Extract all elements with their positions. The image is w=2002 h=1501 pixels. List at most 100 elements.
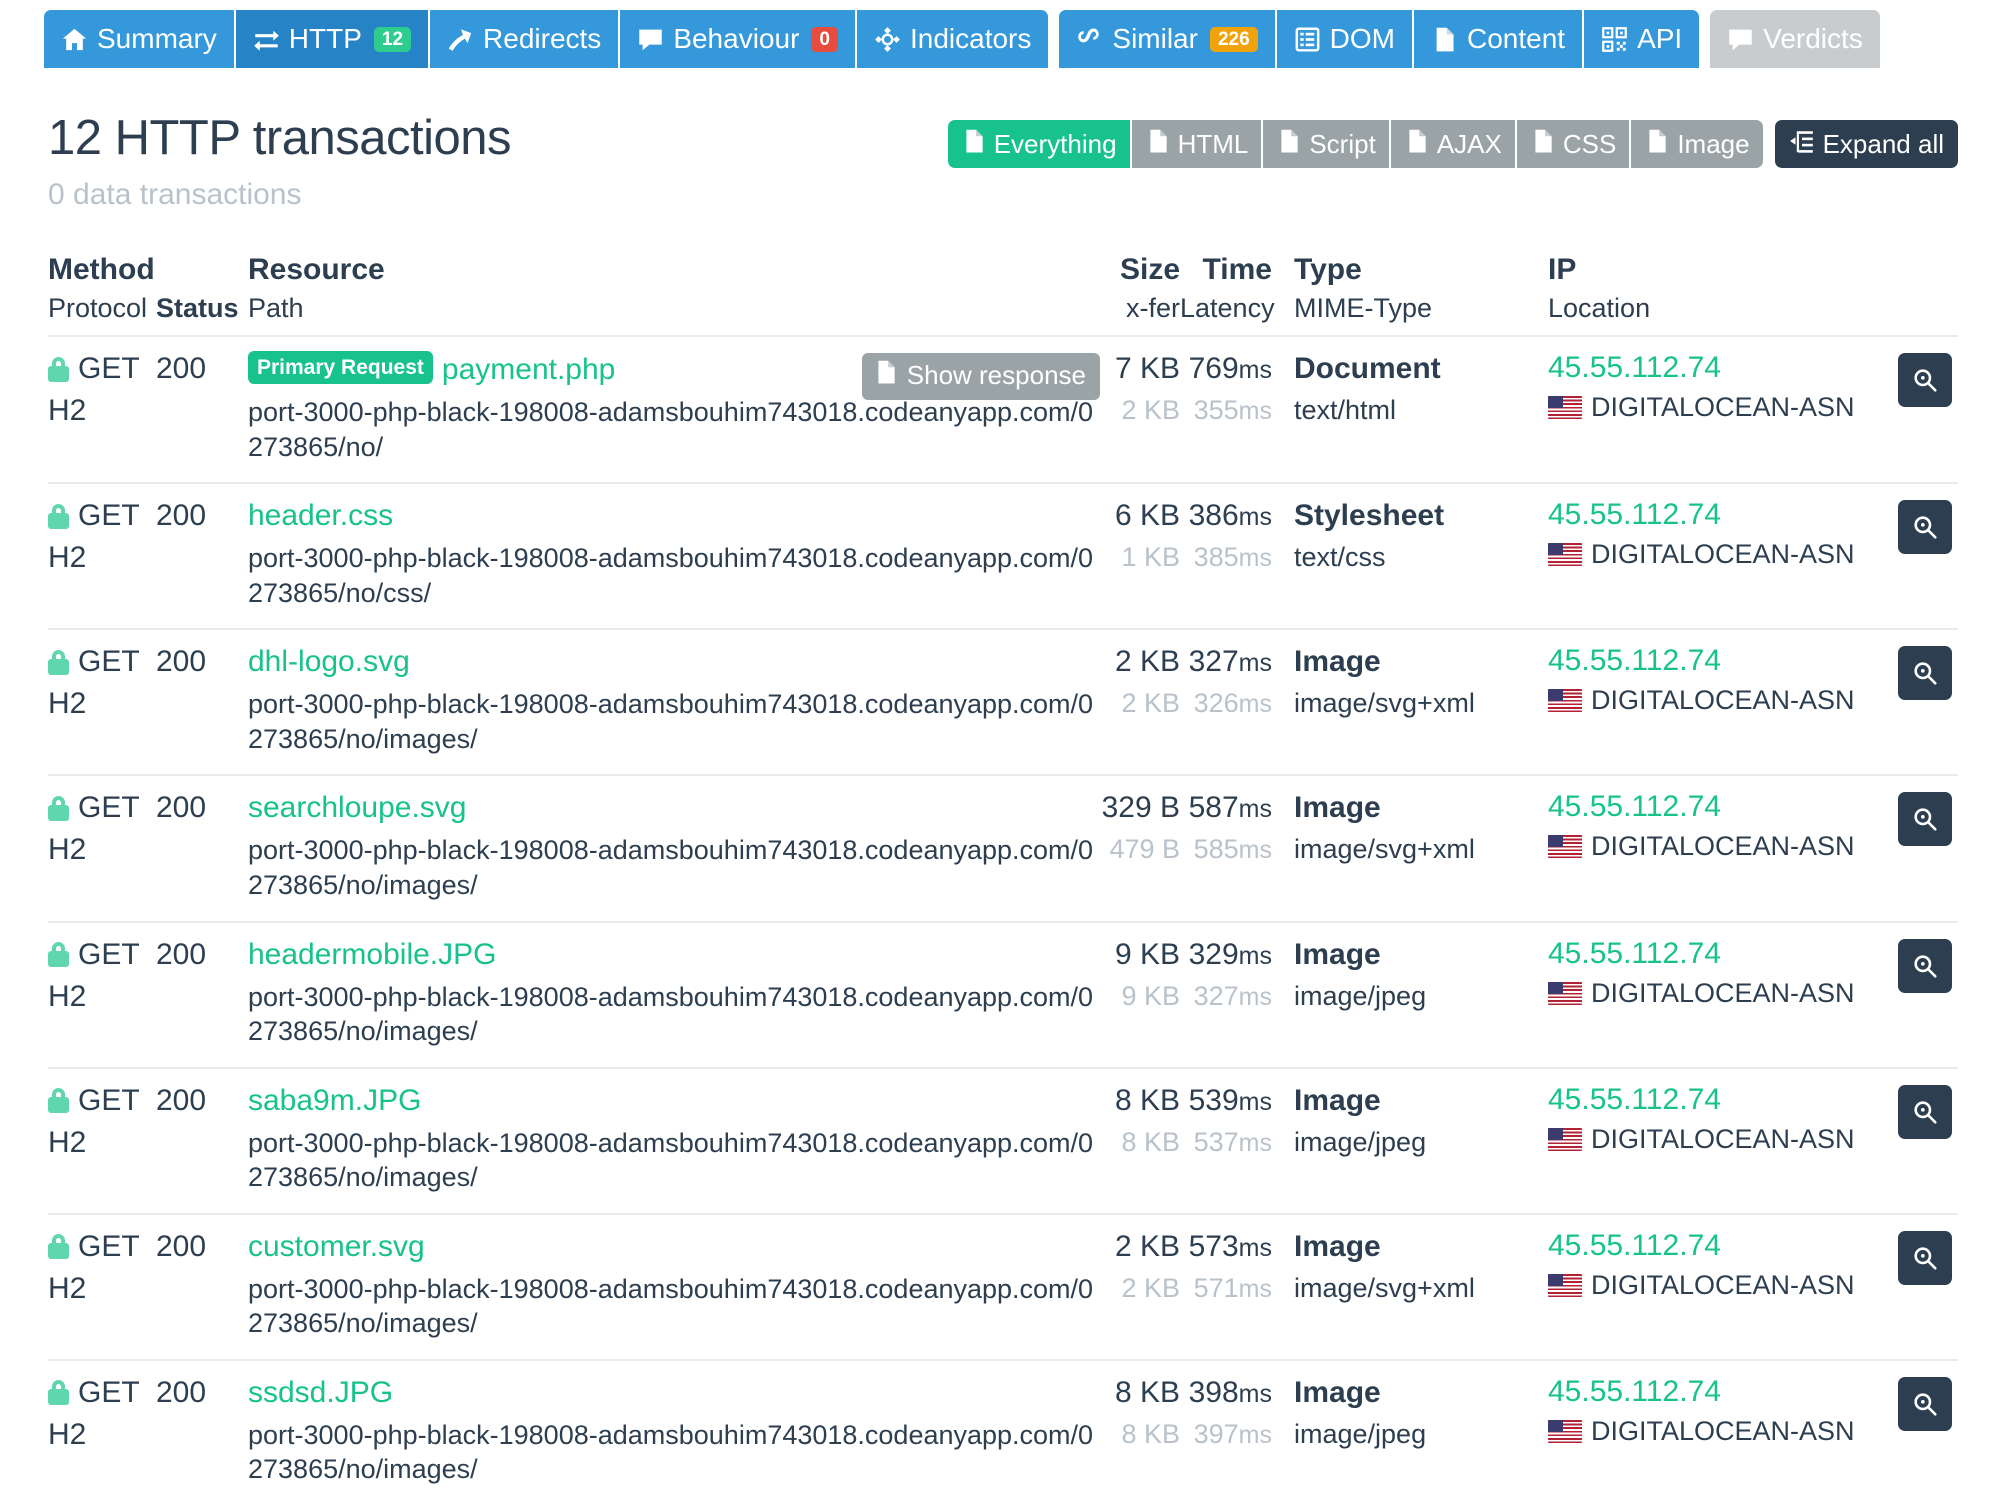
mime-value: image/jpeg	[1294, 1126, 1427, 1157]
tab-api[interactable]: API	[1584, 10, 1700, 68]
cell-status: 200	[156, 1083, 248, 1119]
method-value: GET	[48, 937, 156, 973]
ip-link[interactable]: 45.55.112.74	[1548, 1375, 1888, 1409]
time-value: 386ms	[1188, 499, 1272, 533]
inspect-button[interactable]	[1898, 646, 1952, 701]
xfer-value: 2 KB	[1121, 688, 1180, 719]
filter-script[interactable]: Script	[1263, 120, 1391, 168]
inspect-button[interactable]	[1898, 938, 1952, 993]
ip-link[interactable]: 45.55.112.74	[1548, 351, 1888, 385]
cell-status: 200	[156, 790, 248, 826]
filter-button-group: Everything HTML Script AJAX CSS Image	[947, 120, 1763, 168]
cell-status: 200	[156, 1375, 248, 1411]
cell-time: 327ms 326ms	[1180, 644, 1276, 719]
time-value: 327ms	[1188, 645, 1272, 679]
xfer-value: 1 KB	[1121, 542, 1180, 573]
cell-method: GET H2	[48, 1083, 156, 1160]
tab-label: Summary	[97, 23, 217, 54]
resource-link[interactable]: ssdsd.JPG	[248, 1376, 393, 1409]
table-row[interactable]: GET H2 200 customer.svg port-3000-php-bl…	[48, 1215, 1958, 1361]
resource-link[interactable]: header.css	[248, 499, 393, 532]
lock-icon	[48, 1234, 69, 1260]
inspect-button[interactable]	[1898, 792, 1952, 847]
expand-icon	[1789, 128, 1815, 161]
comment-icon	[637, 26, 664, 53]
cell-resource: saba9m.JPG port-3000-php-black-198008-ad…	[248, 1083, 1100, 1195]
resource-line: headermobile.JPG	[248, 937, 1100, 973]
resource-link[interactable]: payment.php	[442, 353, 615, 386]
cell-method: GET H2	[48, 498, 156, 575]
table-row[interactable]: GET H2 200 headermobile.JPG port-3000-ph…	[48, 923, 1958, 1069]
home-icon	[61, 26, 88, 53]
filter-toolbar: Everything HTML Script AJAX CSS Image Expand …	[947, 120, 1958, 168]
resource-link[interactable]: searchloupe.svg	[248, 791, 466, 824]
inspect-button[interactable]	[1898, 1230, 1952, 1285]
table-row[interactable]: GET H2 200 saba9m.JPG port-3000-php-blac…	[48, 1069, 1958, 1215]
inspect-button[interactable]	[1898, 1084, 1952, 1139]
table-body: GET H2 200 Primary Request payment.php Sh…	[48, 337, 1958, 1501]
filter-everything[interactable]: Everything	[947, 120, 1132, 168]
cell-actions	[1888, 1375, 1952, 1431]
size-value: 2 KB	[1114, 645, 1180, 679]
transfer-icon	[253, 26, 280, 53]
ip-link[interactable]: 45.55.112.74	[1548, 1229, 1888, 1263]
tab-content[interactable]: Content	[1413, 10, 1585, 68]
cell-actions	[1888, 1083, 1952, 1139]
cell-method: GET H2	[48, 790, 156, 867]
ip-link[interactable]: 45.55.112.74	[1548, 498, 1888, 532]
filter-image[interactable]: Image	[1631, 120, 1763, 168]
inspect-button[interactable]	[1898, 1376, 1952, 1431]
inspect-button[interactable]	[1898, 500, 1952, 555]
xfer-value: 479 B	[1109, 834, 1180, 865]
table-row[interactable]: GET H2 200 Primary Request payment.php Sh…	[48, 337, 1958, 485]
tab-dom[interactable]: DOM	[1276, 10, 1414, 68]
cell-type: Stylesheet text/css	[1276, 498, 1548, 573]
tab-http[interactable]: HTTP 12	[235, 10, 431, 68]
cell-time: 573ms 571ms	[1180, 1229, 1276, 1304]
show-response-button[interactable]: Show response	[861, 353, 1100, 401]
filter-css[interactable]: CSS	[1516, 120, 1632, 168]
ip-link[interactable]: 45.55.112.74	[1548, 644, 1888, 678]
table-row[interactable]: GET H2 200 ssdsd.JPG port-3000-php-black…	[48, 1361, 1958, 1501]
expand-all-button[interactable]: Expand all	[1774, 120, 1958, 168]
tab-similar[interactable]: Similar 226	[1059, 10, 1277, 68]
us-flag-icon	[1548, 543, 1582, 567]
header-ip: IP	[1548, 252, 1577, 286]
filter-ajax[interactable]: AJAX	[1390, 120, 1517, 168]
tab-indicators[interactable]: Indicators	[856, 10, 1049, 68]
size-value: 8 KB	[1114, 1083, 1180, 1117]
method-value: GET	[48, 1229, 156, 1265]
tab-behaviour[interactable]: Behaviour 0	[620, 10, 857, 68]
inspect-button[interactable]	[1898, 353, 1952, 408]
ip-link[interactable]: 45.55.112.74	[1548, 937, 1888, 971]
crosshair-icon	[874, 26, 901, 53]
cell-type: Image image/jpeg	[1276, 937, 1548, 1012]
resource-link[interactable]: saba9m.JPG	[248, 1084, 421, 1117]
time-value: 539ms	[1188, 1083, 1272, 1117]
resource-link[interactable]: headermobile.JPG	[248, 938, 496, 971]
lock-icon	[48, 942, 69, 968]
mime-value: text/css	[1294, 542, 1386, 573]
cell-actions	[1888, 644, 1952, 701]
ip-link[interactable]: 45.55.112.74	[1548, 1083, 1888, 1117]
ip-link[interactable]: 45.55.112.74	[1548, 790, 1888, 824]
cell-status: 200	[156, 644, 248, 680]
method-value: GET	[48, 498, 156, 534]
tab-redirects[interactable]: Redirects	[430, 10, 621, 68]
table-row[interactable]: GET H2 200 header.css port-3000-php-blac…	[48, 484, 1958, 631]
page-header: 12 HTTP transactions 0 data transactions…	[0, 78, 2002, 212]
cell-resource: customer.svg port-3000-php-black-198008-…	[248, 1229, 1100, 1341]
table-row[interactable]: GET H2 200 dhl-logo.svg port-3000-php-bl…	[48, 630, 1958, 777]
tab-label: Verdicts	[1763, 23, 1863, 54]
resource-line: header.css	[248, 498, 1100, 534]
filter-html[interactable]: HTML	[1131, 120, 1264, 168]
resource-link[interactable]: customer.svg	[248, 1230, 425, 1263]
size-value: 9 KB	[1114, 937, 1180, 971]
primary-request-badge[interactable]: Primary Request	[248, 351, 433, 385]
tab-summary[interactable]: Summary	[44, 10, 236, 68]
table-row[interactable]: GET H2 200 searchloupe.svg port-3000-php…	[48, 776, 1958, 923]
xfer-value: 8 KB	[1121, 1418, 1180, 1449]
tab-badge: 226	[1209, 26, 1258, 52]
type-value: Image	[1294, 1229, 1381, 1263]
resource-link[interactable]: dhl-logo.svg	[248, 645, 410, 678]
